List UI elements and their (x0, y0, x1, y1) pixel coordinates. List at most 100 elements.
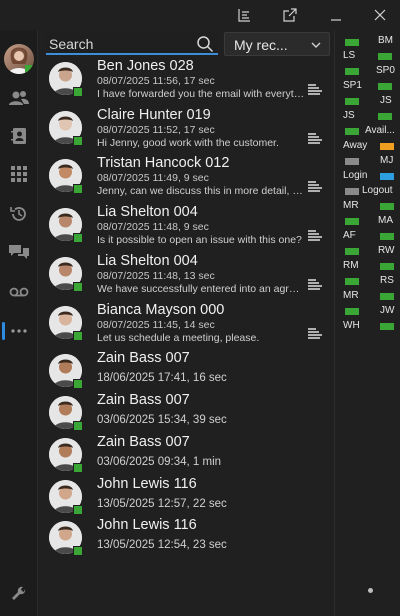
popout-icon[interactable] (278, 4, 302, 26)
status-label[interactable]: MA (378, 215, 393, 226)
status-label[interactable]: MR (343, 290, 359, 301)
call-meta: 08/07/2025 11:45, 14 sec (97, 319, 215, 331)
chevron-down-icon (310, 39, 322, 51)
list-item[interactable]: Zain Bass 007 18/06/2025 17:41, 16 sec (44, 350, 334, 391)
settings-wrench-icon[interactable] (9, 584, 29, 604)
contact-name: Claire Hunter 019 (97, 107, 211, 123)
call-meta: 13/05/2025 12:57, 22 sec (97, 498, 227, 510)
message-preview: Hi Jenny, good work with the customer. (97, 137, 279, 149)
contact-name: Lia Shelton 004 (97, 253, 198, 269)
status-color-swatch (345, 128, 359, 135)
status-color-swatch (380, 233, 394, 240)
status-color-swatch (380, 203, 394, 210)
presence-status (73, 136, 83, 146)
list-item[interactable]: Zain Bass 007 03/06/2025 15:34, 39 sec (44, 392, 334, 433)
call-meta: 18/06/2025 17:41, 16 sec (97, 372, 227, 384)
status-label[interactable]: MJ (380, 155, 393, 166)
transcript-icon[interactable] (308, 230, 322, 242)
status-label[interactable]: Logout (362, 185, 393, 196)
call-meta: 08/07/2025 11:48, 13 sec (97, 270, 215, 282)
list-item[interactable]: Ben Jones 028 08/07/2025 11:56, 17 sec I h… (44, 58, 334, 100)
call-meta: 08/07/2025 11:48, 9 sec (97, 221, 209, 233)
transcript-icon[interactable] (308, 328, 322, 340)
status-color-swatch (345, 308, 359, 315)
list-item[interactable]: John Lewis 116 13/05/2025 12:57, 22 sec (44, 476, 334, 517)
contact-name: Zain Bass 007 (97, 350, 190, 366)
contact-name: Tristan Hancock 012 (97, 155, 230, 171)
presence-status (73, 87, 83, 97)
contact-name: Zain Bass 007 (97, 392, 190, 408)
status-color-swatch (380, 293, 394, 300)
status-color-swatch (345, 39, 359, 46)
presence-status (73, 463, 83, 473)
transcript-icon[interactable] (308, 84, 322, 96)
status-color-swatch (345, 218, 359, 225)
status-label[interactable]: JS (380, 95, 392, 106)
status-label[interactable]: SP1 (343, 80, 362, 91)
status-label[interactable]: Away (343, 140, 367, 151)
status-label[interactable]: JW (380, 305, 394, 316)
status-label[interactable]: SP0 (376, 65, 395, 76)
chat-icon[interactable] (9, 242, 29, 262)
status-label[interactable]: MR (343, 200, 359, 211)
status-label[interactable]: WH (343, 320, 360, 331)
close-icon[interactable] (368, 4, 392, 26)
status-label[interactable]: Login (343, 170, 367, 181)
history-icon[interactable] (9, 204, 29, 224)
panel-dot (368, 588, 373, 593)
title-bar (0, 0, 400, 30)
presence-status (73, 184, 83, 194)
status-label[interactable]: Avail... (365, 125, 395, 136)
presence-status (73, 505, 83, 515)
minimize-icon[interactable] (324, 4, 348, 26)
contact-name: Ben Jones 028 (97, 58, 194, 74)
status-color-swatch (345, 278, 359, 285)
status-panel: BM LS SP0 SP1 JS JS Avail... Away MJ Login Logout M… (340, 30, 400, 616)
panel-divider (334, 30, 335, 616)
presence-status (73, 233, 83, 243)
presence-status (73, 331, 83, 341)
dialpad-icon[interactable] (9, 164, 29, 184)
status-color-swatch (345, 248, 359, 255)
user-avatar[interactable] (4, 44, 34, 74)
chart-icon[interactable] (232, 4, 256, 26)
call-meta: 08/07/2025 11:49, 9 sec (97, 172, 209, 184)
status-label[interactable]: RM (343, 260, 359, 271)
status-label[interactable]: RS (380, 275, 394, 286)
transcript-icon[interactable] (308, 279, 322, 291)
status-label[interactable]: BM (378, 35, 393, 46)
status-color-swatch (378, 113, 392, 120)
address-book-icon[interactable] (9, 126, 29, 146)
voicemail-icon[interactable] (9, 282, 29, 302)
list-item[interactable]: Zain Bass 007 03/06/2025 09:34, 1 min (44, 434, 334, 475)
status-label[interactable]: RW (378, 245, 394, 256)
list-item[interactable]: Bianca Mayson 000 08/07/2025 11:45, 14 se… (44, 302, 334, 344)
status-color-swatch (378, 83, 392, 90)
status-color-swatch (380, 323, 394, 330)
list-item[interactable]: Lia Shelton 004 08/07/2025 11:48, 13 sec W… (44, 253, 334, 295)
contact-name: Zain Bass 007 (97, 434, 190, 450)
call-meta: 08/07/2025 11:56, 17 sec (97, 75, 215, 87)
message-preview: Let us schedule a meeting, please. (97, 332, 260, 344)
list-item[interactable]: Claire Hunter 019 08/07/2025 11:52, 17 se… (44, 107, 334, 149)
status-label[interactable]: AF (343, 230, 356, 241)
transcript-icon[interactable] (308, 181, 322, 193)
transcript-icon[interactable] (308, 133, 322, 145)
presence-status (73, 379, 83, 389)
contacts-icon[interactable] (9, 88, 29, 108)
status-color-swatch (380, 263, 394, 270)
status-label[interactable]: JS (343, 110, 355, 121)
list-item[interactable]: John Lewis 116 13/05/2025 12:54, 23 sec (44, 517, 334, 558)
list-item[interactable]: Lia Shelton 004 08/07/2025 11:48, 9 sec Is… (44, 204, 334, 246)
status-color-swatch (345, 188, 359, 195)
more-icon[interactable] (9, 321, 29, 341)
search-input[interactable]: Search (46, 33, 218, 55)
search-icon[interactable] (196, 35, 214, 53)
filter-dropdown[interactable]: My rec... (224, 32, 330, 56)
list-item[interactable]: Tristan Hancock 012 08/07/2025 11:49, 9 s… (44, 155, 334, 197)
presence-status (73, 546, 83, 556)
status-color-swatch (378, 53, 392, 60)
call-meta: 03/06/2025 09:34, 1 min (97, 456, 222, 468)
status-color-swatch (380, 173, 394, 180)
status-label[interactable]: LS (343, 50, 355, 61)
